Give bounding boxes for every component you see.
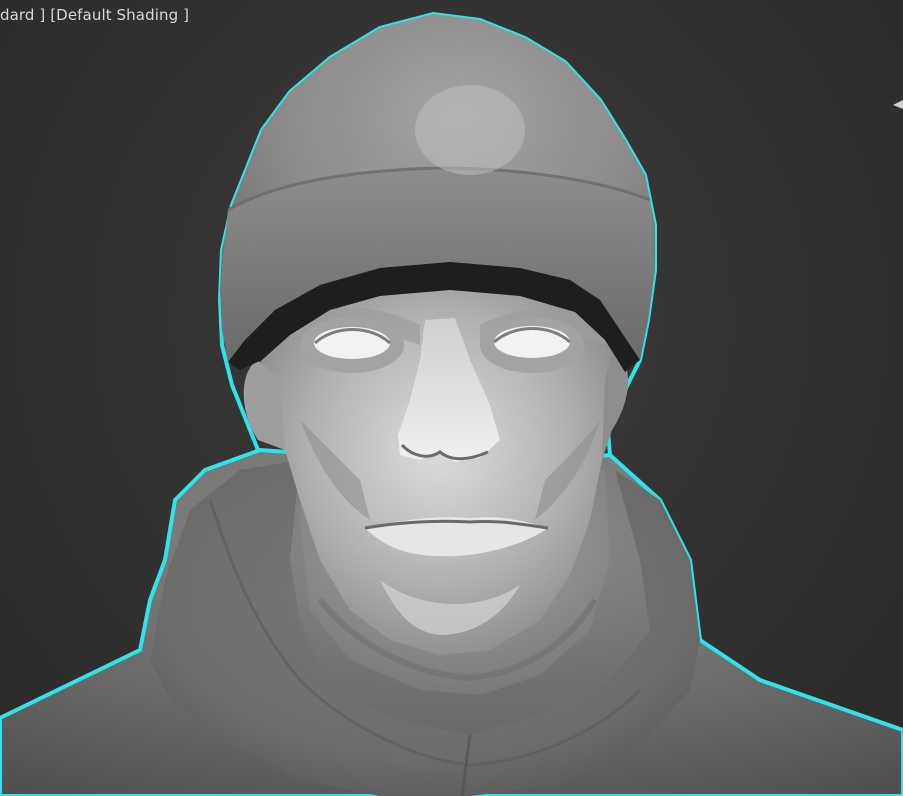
shading-mode-label[interactable]: [Default Shading ] xyxy=(50,6,189,24)
viewport-label[interactable]: dard ] [Default Shading ] xyxy=(0,6,189,24)
viewport-scene[interactable] xyxy=(0,0,903,796)
view-mode-label[interactable]: dard ] xyxy=(0,6,45,24)
viewcube-icon[interactable] xyxy=(889,98,903,112)
3d-viewport[interactable]: dard ] [Default Shading ] xyxy=(0,0,903,796)
